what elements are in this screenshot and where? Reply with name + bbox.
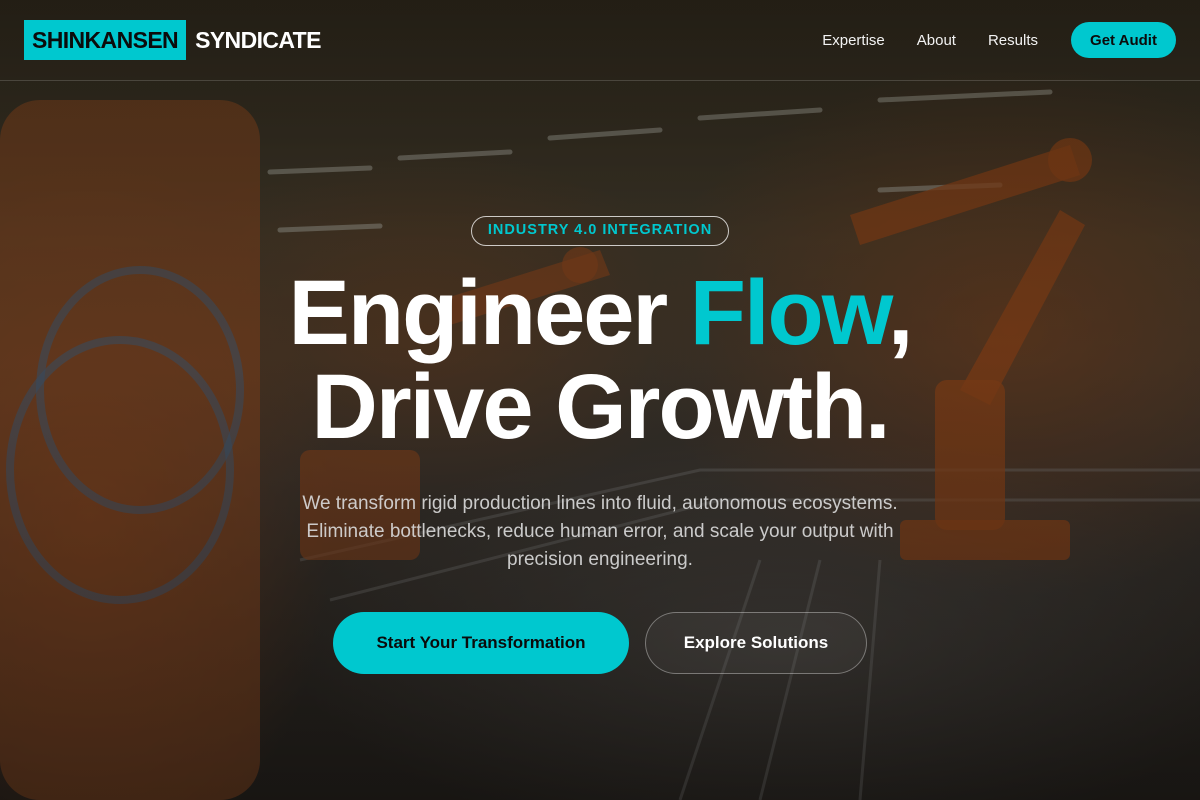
nav-link-expertise[interactable]: Expertise <box>822 32 885 49</box>
hero-headline: Engineer Flow, Drive Growth. <box>0 266 1200 454</box>
hero-section: SHINKANSEN SYNDICATE Expertise About Res… <box>0 0 1200 800</box>
hero-actions: Start Your Transformation Explore Soluti… <box>0 612 1200 674</box>
nav-link-about[interactable]: About <box>917 32 956 49</box>
logo-text: SYNDICATE <box>195 26 321 53</box>
brand-logo[interactable]: SHINKANSEN SYNDICATE <box>24 20 321 60</box>
headline-line2: Drive Growth. <box>311 356 890 458</box>
logo-box: SHINKANSEN <box>24 20 187 60</box>
top-nav: SHINKANSEN SYNDICATE Expertise About Res… <box>0 0 1200 81</box>
start-transformation-button[interactable]: Start Your Transformation <box>333 612 629 674</box>
industry-badge: INDUSTRY 4.0 INTEGRATION <box>470 216 730 246</box>
headline-part2: , <box>887 262 914 364</box>
hero-subtitle: We transform rigid production lines into… <box>302 493 898 570</box>
get-audit-button[interactable]: Get Audit <box>1071 22 1176 58</box>
nav-link-results[interactable]: Results <box>988 32 1038 49</box>
hero-content: INDUSTRY 4.0 INTEGRATION Engineer Flow, … <box>0 216 1200 674</box>
nav-links: Expertise About Results Get Audit <box>822 22 1176 58</box>
explore-solutions-button[interactable]: Explore Solutions <box>645 612 867 674</box>
headline-part1: Engineer <box>288 262 690 364</box>
headline-accent: Flow <box>689 262 890 364</box>
